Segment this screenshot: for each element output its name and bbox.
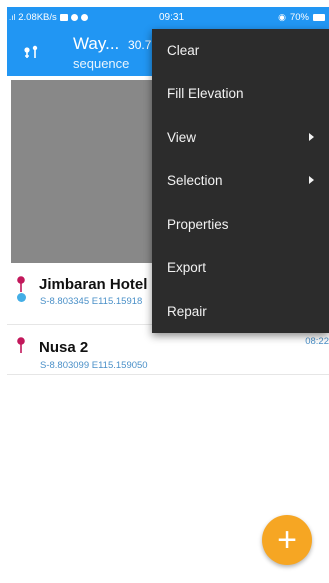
map-pin-icon <box>17 337 25 353</box>
battery-icon <box>313 14 325 21</box>
menu-item-label: Repair <box>167 304 207 319</box>
menu-item-fill-elevation[interactable]: Fill Elevation <box>152 72 329 115</box>
menu-item-label: Properties <box>167 217 229 232</box>
submenu-arrow-icon <box>309 176 314 184</box>
waypoint-coords: S-8.803345 E115.15918 <box>40 296 143 307</box>
menu-item-clear[interactable]: Clear <box>152 29 329 72</box>
status-time: 09:31 <box>159 12 185 23</box>
menu-item-label: Export <box>167 260 207 275</box>
submenu-arrow-icon <box>309 133 314 141</box>
menu-item-label: Clear <box>167 43 200 58</box>
network-speed: 2.08KB/s <box>18 12 57 23</box>
status-right: ◉ 70% <box>278 12 325 23</box>
waypoint-coords: S-8.803099 E115.159050 <box>40 360 148 371</box>
menu-item-selection[interactable]: Selection <box>152 159 329 202</box>
add-waypoint-button[interactable]: + <box>262 515 312 565</box>
menu-item-export[interactable]: Export <box>152 246 329 289</box>
menu-item-view[interactable]: View <box>152 116 329 159</box>
list-divider <box>7 374 329 375</box>
menu-item-label: Selection <box>167 173 223 188</box>
signal-icon: .ıl <box>9 13 16 22</box>
toolbar-title: Way... 30.7 <box>73 34 151 54</box>
menu-item-properties[interactable]: Properties <box>152 203 329 246</box>
status-dot-icon <box>17 293 26 302</box>
toolbar-title-text: Way... <box>73 34 120 53</box>
waypoint-time: 08:22 <box>305 336 329 347</box>
eye-icon: ◉ <box>278 12 286 22</box>
waypoint-name: Nusa 2 <box>39 339 89 356</box>
waypoint-name: Jimbaran Hotel <box>39 276 148 293</box>
toolbar-subtitle: sequence <box>73 56 130 71</box>
menu-item-repair[interactable]: Repair <box>152 290 329 333</box>
notification-icon <box>70 14 78 21</box>
battery-percent: 70% <box>289 12 309 23</box>
app-screen: .ıl 2.08KB/s 09:31 ◉ 70% Way... 30.7 seq… <box>7 7 329 583</box>
chat-icon <box>80 14 88 21</box>
message-icon <box>59 14 68 21</box>
overflow-menu: Clear Fill Elevation View Selection Prop… <box>152 29 329 333</box>
map-pin-icon <box>17 276 25 292</box>
toolbar-distance: 30.7 <box>128 38 152 52</box>
menu-item-label: View <box>167 130 197 145</box>
status-bar: .ıl 2.08KB/s 09:31 ◉ 70% <box>7 7 329 29</box>
status-left: .ıl 2.08KB/s <box>9 12 88 23</box>
waypoint-icon[interactable] <box>21 43 41 63</box>
menu-item-label: Fill Elevation <box>167 86 244 101</box>
